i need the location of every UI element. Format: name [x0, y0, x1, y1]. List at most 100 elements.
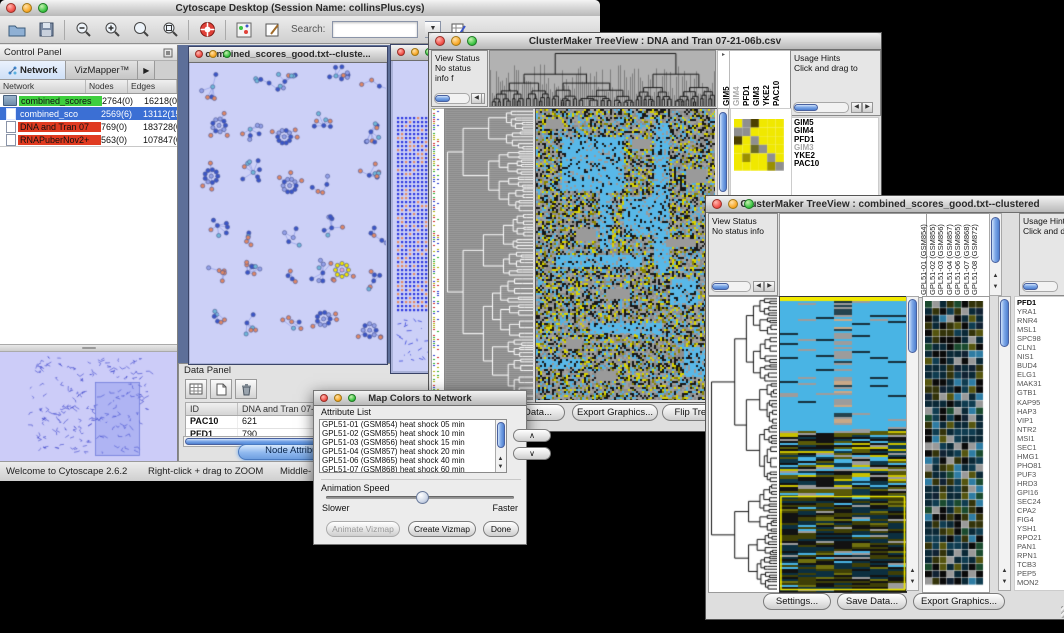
vscroll-thumb[interactable]: [1000, 299, 1009, 347]
zoom-out-button[interactable]: [72, 19, 94, 41]
heatmap[interactable]: [536, 109, 715, 400]
panel-divider[interactable]: [0, 344, 177, 352]
network-canvas[interactable]: [190, 63, 386, 363]
animate-vizmap-button[interactable]: Animate Vizmap: [326, 521, 400, 537]
view-status-hscrollbar[interactable]: [711, 281, 751, 292]
vscroll-thumb[interactable]: [719, 112, 727, 192]
create-vizmap-button[interactable]: Create Vizmap: [408, 521, 476, 537]
animation-speed-slider[interactable]: [326, 496, 514, 499]
birdseye-view-button[interactable]: [233, 19, 255, 41]
close-button[interactable]: [6, 3, 16, 13]
column-id[interactable]: ID: [186, 403, 238, 415]
scroll-down-button[interactable]: ▼: [496, 463, 505, 471]
minimize-button[interactable]: [451, 36, 461, 46]
network-titlebar[interactable]: combined_scores_good.txt--cluste...: [189, 47, 387, 63]
heatmap[interactable]: [780, 297, 906, 592]
scroll-left-button[interactable]: ◀: [471, 93, 482, 104]
zoom-selected-button[interactable]: [159, 19, 181, 41]
minimize-button[interactable]: [411, 48, 419, 56]
network-list-row[interactable]: combined_sco2569(6)13112(15): [0, 107, 177, 120]
network-list-row[interactable]: DNA and Tran 07769(0)183728(0): [0, 120, 177, 133]
column-vscrollbar[interactable]: ▲ ▼: [989, 213, 1002, 296]
vscroll-thumb[interactable]: [908, 299, 917, 353]
heatmap-vscrollbar[interactable]: ▲ ▼: [906, 296, 919, 591]
hscroll-thumb[interactable]: [794, 104, 818, 111]
minimize-button[interactable]: [209, 50, 217, 58]
open-file-button[interactable]: [6, 19, 28, 41]
minimize-button[interactable]: [334, 394, 342, 402]
network-list-row[interactable]: RNAPuberNov2+563(0)107847(0): [0, 133, 177, 146]
scroll-left-button[interactable]: ◀: [851, 102, 862, 113]
zoom-button[interactable]: [744, 199, 754, 209]
slider-thumb[interactable]: [416, 491, 429, 504]
row-dendrogram[interactable]: [445, 109, 533, 400]
scroll-left-button[interactable]: ◀: [753, 281, 764, 292]
close-button[interactable]: [397, 48, 405, 56]
main-titlebar[interactable]: Cytoscape Desktop (Session Name: collins…: [0, 0, 600, 17]
close-button[interactable]: [435, 36, 445, 46]
dialog-titlebar[interactable]: Map Colors to Network: [314, 391, 526, 406]
vscroll-thumb[interactable]: [991, 217, 1000, 263]
scroll-up-button[interactable]: ▲: [496, 455, 505, 463]
tab-overflow-button[interactable]: ▶: [138, 61, 155, 79]
row-dendrogram[interactable]: [709, 297, 777, 590]
treeview2-titlebar[interactable]: ClusterMaker TreeView : combined_scores_…: [706, 196, 1064, 213]
treeview1-titlebar[interactable]: ClusterMaker TreeView : DNA and Tran 07-…: [429, 33, 881, 50]
annotation-button[interactable]: [262, 19, 284, 41]
scroll-down-button[interactable]: ▼: [999, 578, 1010, 589]
selection-zoom-heatmap[interactable]: [734, 119, 784, 171]
zoom-vscrollbar[interactable]: ▲ ▼: [998, 296, 1011, 591]
close-button[interactable]: [712, 199, 722, 209]
column-dendrogram-panel[interactable]: [779, 213, 927, 298]
select-attributes-button[interactable]: [185, 379, 207, 399]
done-button[interactable]: Done: [483, 521, 519, 537]
create-attribute-button[interactable]: [210, 379, 232, 399]
delete-attribute-button[interactable]: [235, 379, 257, 399]
move-down-button[interactable]: ∨: [513, 447, 551, 460]
attribute-item[interactable]: GPL51-07 (GSM868) heat shock 60 min: [322, 466, 504, 473]
usage-hints-hscrollbar[interactable]: [793, 102, 849, 113]
scroll-right-button[interactable]: ▶: [764, 281, 775, 292]
close-button[interactable]: [320, 394, 328, 402]
usage-hints-hscrollbar[interactable]: [1022, 281, 1058, 292]
scroll-up-button[interactable]: ▲: [999, 567, 1010, 578]
tab-vizmapper[interactable]: VizMapper™: [66, 61, 138, 79]
scroll-right-button[interactable]: [482, 93, 485, 104]
selection-zoom-heatmap[interactable]: [925, 301, 987, 588]
attribute-list[interactable]: GPL51-01 (GSM854) heat shock 05 minGPL51…: [319, 419, 507, 473]
export-graphics-button[interactable]: Export Graphics...: [913, 593, 1005, 610]
minimize-button[interactable]: [22, 3, 32, 13]
save-button[interactable]: [35, 19, 57, 41]
close-button[interactable]: [195, 50, 203, 58]
zoom-fit-button[interactable]: [130, 19, 152, 41]
search-input[interactable]: [332, 21, 418, 38]
zoom-button[interactable]: [348, 394, 356, 402]
column-network[interactable]: Network: [0, 80, 86, 93]
network-list-row[interactable]: combined_scores2764(0)16218(0): [0, 94, 177, 107]
hscroll-thumb[interactable]: [1023, 283, 1038, 290]
column-nodes[interactable]: Nodes: [86, 80, 128, 93]
view-status-hscrollbar[interactable]: [434, 93, 470, 104]
scroll-up-button[interactable]: ▲: [990, 272, 1001, 283]
scroll-up-button[interactable]: ▲: [907, 567, 918, 578]
network-overview-canvas[interactable]: [0, 352, 176, 462]
help-button[interactable]: [196, 19, 218, 41]
minimize-button[interactable]: [728, 199, 738, 209]
scroll-down-button[interactable]: ▼: [907, 578, 918, 589]
zoom-button[interactable]: [223, 50, 231, 58]
column-dendrogram[interactable]: [490, 51, 715, 106]
column-edges[interactable]: Edges: [128, 80, 177, 93]
settings-button[interactable]: Settings...: [763, 593, 831, 610]
tab-network[interactable]: Network: [0, 61, 66, 79]
scroll-right-button[interactable]: ▶: [862, 102, 873, 113]
move-up-button[interactable]: ∧: [513, 429, 551, 442]
scroll-down-button[interactable]: ▼: [990, 283, 1001, 294]
float-panel-icon[interactable]: [163, 48, 173, 58]
vscroll-thumb[interactable]: [497, 422, 505, 448]
export-graphics-button[interactable]: Export Graphics...: [572, 404, 658, 421]
hscroll-thumb[interactable]: [712, 283, 729, 290]
attribute-list-vscrollbar[interactable]: ▲ ▼: [495, 420, 506, 472]
hscroll-thumb[interactable]: [435, 95, 450, 102]
zoom-button[interactable]: [467, 36, 477, 46]
zoom-in-button[interactable]: [101, 19, 123, 41]
